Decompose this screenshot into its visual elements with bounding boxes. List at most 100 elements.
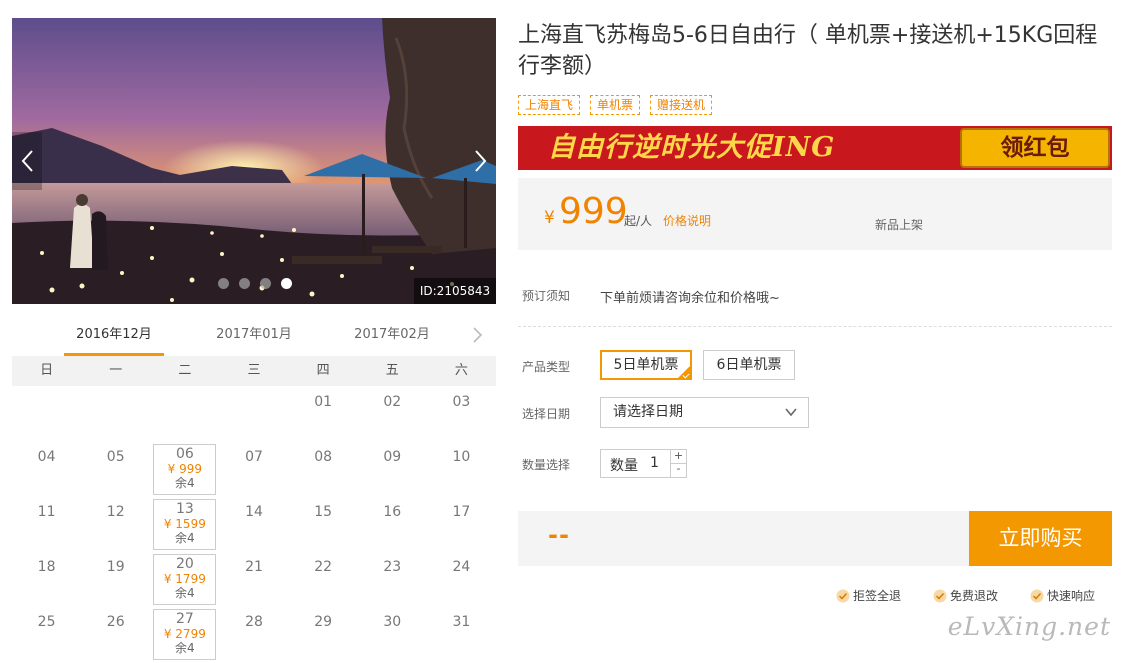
calendar-day — [81, 386, 150, 441]
calendar-day — [12, 386, 81, 441]
day-number: 18 — [37, 559, 56, 575]
calendar-day-available[interactable]: 27 ¥ 2799 余4 — [150, 606, 219, 661]
day-number: 25 — [37, 614, 56, 630]
calendar-day: 07 — [219, 441, 288, 496]
month-tab-dec[interactable]: 2016年12月 — [64, 318, 164, 356]
calendar-day: 02 — [358, 386, 427, 441]
calendar-day: 12 — [81, 496, 150, 551]
day-number: 21 — [245, 559, 263, 575]
product-tag: 单机票 — [590, 95, 641, 115]
calendar-day-available[interactable]: 20 ¥ 1799 余4 — [150, 551, 219, 606]
calendar-day: 04 — [12, 441, 81, 496]
calendar-day: 19 — [81, 551, 150, 606]
type-option-5day[interactable]: 5日单机票 — [600, 350, 692, 380]
day-price: ¥ 999 — [167, 462, 203, 476]
month-tab-feb[interactable]: 2017年02月 — [342, 318, 442, 356]
weekday-label: 四 — [316, 363, 330, 378]
check-circle-icon — [836, 589, 850, 602]
calendar-day: 15 — [289, 496, 358, 551]
guarantees: 拒签全退 免费退改 快速响应 — [836, 587, 1095, 604]
day-price: ¥ 1799 — [163, 572, 206, 586]
day-number: 27 — [175, 611, 194, 627]
day-remaining: 余4 — [175, 531, 195, 545]
calendar-day: 24 — [427, 551, 496, 606]
buy-now-button[interactable]: 立即购买 — [969, 511, 1112, 566]
product-gallery[interactable]: ID:2105843 — [12, 18, 496, 304]
day-number: 04 — [37, 449, 56, 465]
gallery-next-button[interactable] — [466, 132, 496, 190]
day-number: 28 — [245, 614, 263, 630]
day-remaining: 余4 — [175, 476, 195, 490]
day-number: 03 — [452, 394, 471, 410]
product-tag: 上海直飞 — [518, 95, 581, 115]
weekday-label: 一 — [109, 363, 123, 378]
calendar-day: 21 — [219, 551, 288, 606]
guarantee-item: 免费退改 — [933, 587, 998, 604]
divider — [518, 326, 1112, 327]
product-tag: 赠接送机 — [650, 95, 713, 115]
day-number: 05 — [106, 449, 125, 465]
day-number: 01 — [314, 394, 333, 410]
product-type-label: 产品类型 — [522, 360, 571, 374]
calendar-day-available[interactable]: 13 ¥ 1599 余4 — [150, 496, 219, 551]
calendar-day: 29 — [289, 606, 358, 661]
chevron-down-icon — [785, 408, 797, 417]
promo-banner[interactable]: 自由行逆时光大促ING 领红包 — [518, 126, 1112, 170]
calendar-month-tabs: 2016年12月 2017年01月 2017年02月 — [12, 318, 496, 356]
calendar-day: 22 — [289, 551, 358, 606]
weekday-label: 三 — [247, 363, 261, 378]
promo-slogan: 自由行逆时光大促ING — [548, 132, 836, 163]
red-packet-button[interactable]: 领红包 — [960, 128, 1110, 168]
price-explanation-link[interactable]: 价格说明 — [663, 212, 711, 229]
quantity-label: 数量选择 — [522, 458, 571, 472]
calendar-day: 05 — [81, 441, 150, 496]
day-number: 11 — [37, 504, 56, 520]
day-number: 17 — [452, 504, 471, 520]
gallery-dot[interactable] — [260, 278, 271, 289]
calendar-day: 16 — [358, 496, 427, 551]
day-number: 07 — [245, 449, 263, 465]
calendar-day: 01 — [289, 386, 358, 441]
quantity-decrease-button[interactable]: - — [670, 463, 686, 477]
gallery-dot-active[interactable] — [281, 278, 292, 289]
date-select-value: 请选择日期 — [613, 404, 683, 420]
weekday-label: 日 — [40, 363, 54, 378]
date-label: 选择日期 — [522, 407, 571, 421]
new-product-badge: 新品上架 — [875, 218, 924, 232]
type-option-label: 5日单机票 — [613, 357, 679, 373]
day-number: 31 — [452, 614, 471, 630]
price-unit: 起/人 — [624, 214, 653, 228]
month-tab-jan[interactable]: 2017年01月 — [204, 318, 304, 356]
day-number: 14 — [245, 504, 263, 520]
check-circle-icon — [1030, 589, 1044, 602]
day-number: 26 — [106, 614, 125, 630]
chevron-right-icon[interactable] — [468, 326, 486, 344]
notice-text: 下单前烦请咨询余位和价格哦~ — [600, 291, 780, 306]
product-page: ID:2105843 2016年12月 2017年01月 2017年02月 日 … — [0, 0, 1123, 663]
chevron-left-icon — [21, 150, 33, 172]
date-select[interactable]: 请选择日期 — [600, 397, 809, 428]
guarantee-label: 拒签全退 — [853, 589, 902, 603]
currency-symbol: ¥ — [544, 208, 555, 228]
product-title: 上海直飞苏梅岛5-6日自由行（ 单机票+接送机+15KG回程行李额） — [518, 23, 1098, 79]
type-option-6day[interactable]: 6日单机票 — [703, 350, 795, 380]
gallery-dot[interactable] — [239, 278, 250, 289]
weekday-label: 六 — [454, 363, 468, 378]
site-watermark: eLvXing.net — [947, 612, 1111, 641]
calendar-day: 31 — [427, 606, 496, 661]
type-option-label: 6日单机票 — [716, 357, 782, 373]
buy-bar: -- 立即购买 — [518, 511, 1112, 566]
gallery-dot[interactable] — [218, 278, 229, 289]
calendar-day: 11 — [12, 496, 81, 551]
weekday-label: 二 — [178, 363, 192, 378]
calendar-day: 10 — [427, 441, 496, 496]
day-number: 24 — [452, 559, 471, 575]
day-number: 15 — [314, 504, 333, 520]
calendar-day-available[interactable]: 06 ¥ 999 余4 — [150, 441, 219, 496]
weekday-label: 五 — [385, 363, 399, 378]
calendar-day: 03 — [427, 386, 496, 441]
quantity-value[interactable]: 1 — [650, 455, 659, 471]
gallery-prev-button[interactable] — [12, 132, 42, 190]
day-price: ¥ 1599 — [163, 517, 206, 531]
day-number: 12 — [106, 504, 125, 520]
